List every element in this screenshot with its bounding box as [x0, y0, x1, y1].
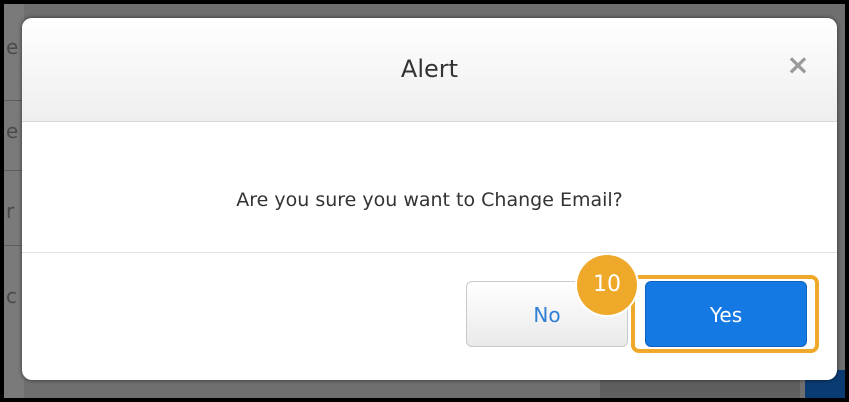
background-divider	[4, 100, 22, 101]
screenshot-frame: e e r c Alert × Are you sure you want to…	[0, 0, 849, 402]
dialog-header: Alert ×	[22, 18, 837, 122]
background-divider	[4, 245, 22, 246]
background-text-fragment: e	[6, 35, 19, 59]
background-text-fragment: e	[6, 119, 19, 143]
close-icon[interactable]: ×	[783, 50, 813, 80]
step-number-badge: 10	[577, 255, 637, 315]
background-text-fragment: r	[6, 199, 15, 223]
background-text-fragment: c	[6, 284, 17, 308]
alert-dialog: Alert × Are you sure you want to Change …	[22, 18, 837, 380]
dialog-body: Are you sure you want to Change Email?	[22, 122, 837, 252]
confirmation-message: Are you sure you want to Change Email?	[236, 189, 623, 211]
dialog-title: Alert	[400, 55, 459, 83]
background-divider	[4, 170, 22, 171]
step-highlight-outline	[631, 275, 819, 353]
dialog-footer: No Yes 10	[22, 252, 837, 380]
